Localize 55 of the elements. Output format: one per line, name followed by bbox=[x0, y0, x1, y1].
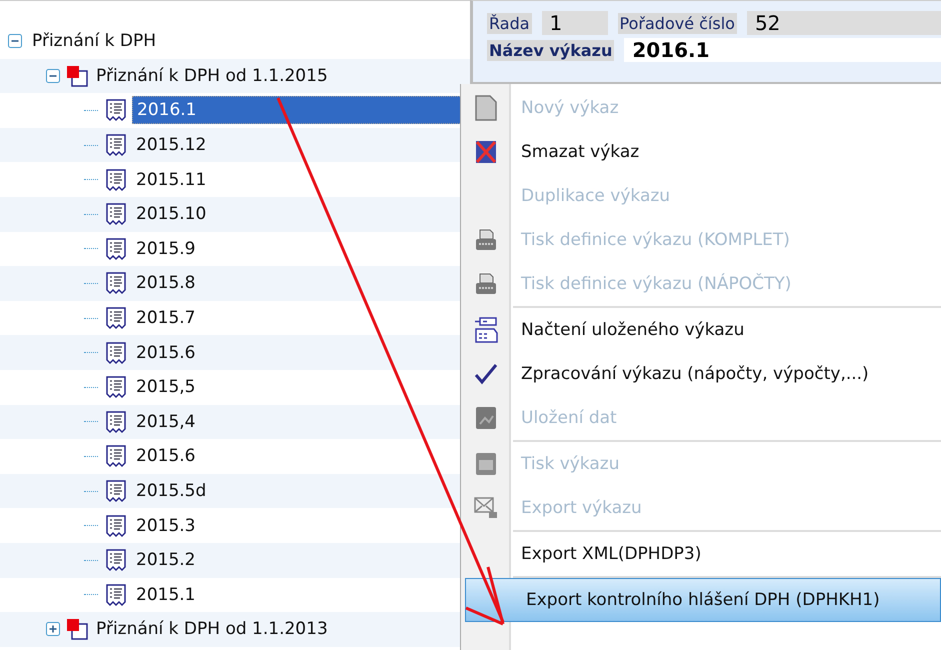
report-icon bbox=[104, 410, 128, 434]
grid-icon bbox=[475, 452, 497, 476]
field-label: Název výkazu bbox=[487, 40, 614, 60]
number-field[interactable]: 52 bbox=[746, 11, 941, 35]
menu-item[interactable]: Načtení uloženého výkazu bbox=[461, 308, 941, 352]
name-field[interactable]: 2016.1 bbox=[624, 38, 941, 62]
printer-icon bbox=[475, 229, 497, 251]
tree-item[interactable]: 2015.11 bbox=[132, 166, 210, 193]
expander-icon[interactable] bbox=[46, 622, 60, 636]
tree-item[interactable]: 2015,5 bbox=[132, 374, 200, 400]
tree-item[interactable]: 2015.9 bbox=[132, 236, 200, 262]
field-label: Pořadové číslo bbox=[618, 12, 737, 34]
field-label: Řada bbox=[487, 12, 532, 34]
menu-item[interactable]: Export XML(DPHDP3) bbox=[461, 532, 941, 576]
report-icon bbox=[104, 340, 128, 365]
report-icon bbox=[104, 514, 128, 538]
envelope-icon bbox=[474, 496, 498, 520]
printer-icon bbox=[475, 273, 497, 295]
menu-item[interactable]: Smazat výkaz bbox=[461, 130, 941, 174]
tree-item[interactable]: 2015.5d bbox=[132, 478, 210, 504]
tree-item[interactable]: 2015.6 bbox=[132, 443, 200, 470]
report-icon bbox=[104, 236, 128, 261]
report-icon bbox=[104, 202, 128, 226]
delete-icon bbox=[475, 140, 497, 164]
series-field[interactable]: 1 bbox=[542, 11, 608, 35]
load-icon bbox=[474, 317, 498, 343]
report-icon bbox=[104, 479, 128, 504]
report-icon bbox=[104, 168, 128, 192]
report-icon bbox=[104, 271, 128, 296]
menu-item[interactable]: Zpracování výkazu (nápočty, výpočty,...) bbox=[461, 352, 941, 396]
tree-item[interactable]: 2015.6 bbox=[132, 340, 200, 366]
report-icon bbox=[104, 306, 128, 330]
tree-item[interactable]: 2015.2 bbox=[132, 547, 200, 574]
tree-item[interactable]: 2015.1 bbox=[132, 582, 200, 608]
report-icon bbox=[104, 548, 128, 572]
report-icon bbox=[104, 98, 128, 122]
tree-item[interactable]: 2015.12 bbox=[132, 132, 210, 158]
tree-item[interactable]: 2015.3 bbox=[132, 512, 200, 539]
tree-item[interactable]: 2015.8 bbox=[132, 270, 200, 296]
report-icon bbox=[104, 133, 128, 158]
expander-icon[interactable] bbox=[8, 34, 22, 48]
tree-item[interactable]: 2015,4 bbox=[132, 408, 200, 435]
report-icon bbox=[104, 444, 128, 468]
report-icon bbox=[104, 582, 128, 607]
check-icon bbox=[474, 363, 498, 385]
page-icon bbox=[475, 95, 497, 121]
folder-icon bbox=[66, 64, 88, 87]
report-icon bbox=[104, 375, 128, 400]
folder-icon bbox=[66, 618, 88, 640]
menu-item[interactable]: Export kontrolního hlášení DPH (DPHKH1) bbox=[465, 578, 941, 622]
tree-item[interactable]: 2015.10 bbox=[132, 201, 210, 228]
expander-icon[interactable] bbox=[46, 68, 60, 83]
tree-item[interactable]: Přiznání k DPH bbox=[28, 28, 160, 54]
tree-item[interactable]: 2015.7 bbox=[132, 305, 200, 332]
save-icon bbox=[475, 406, 497, 430]
